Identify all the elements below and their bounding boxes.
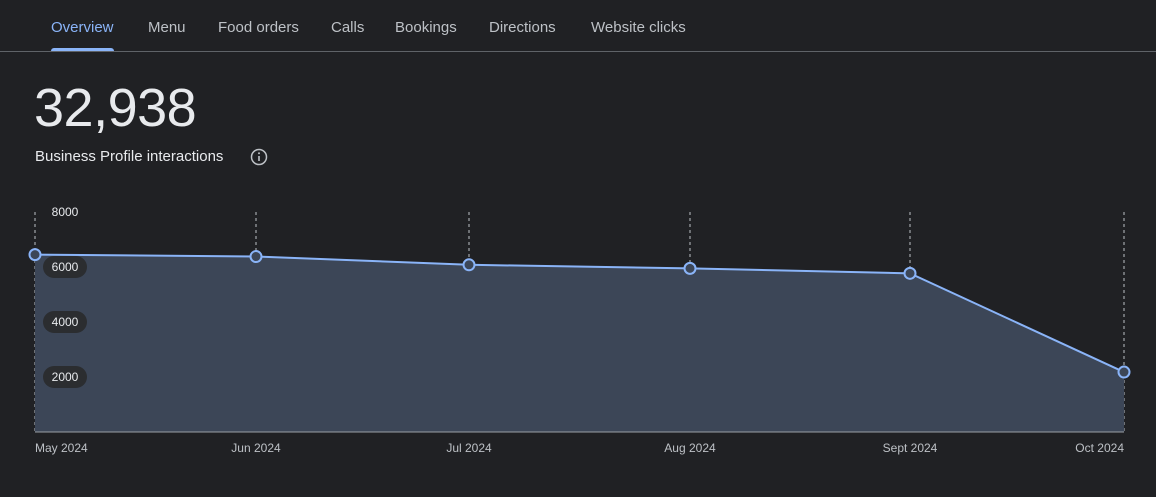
data-point[interactable] [249,250,263,264]
total-interactions-value: 32,938 [34,78,197,138]
y-tick-label: 8000 [52,205,79,219]
info-icon[interactable] [250,148,268,166]
y-tick-label: 2000 [43,366,87,388]
x-tick-label: May 2024 [35,441,88,455]
data-point[interactable] [462,258,476,272]
tab-bar: Overview Menu Food orders Calls Bookings… [0,0,1156,52]
tab-directions[interactable]: Directions [489,0,556,52]
data-point[interactable] [28,248,42,262]
tab-menu[interactable]: Menu [148,0,186,52]
interactions-chart: 8000 6000 4000 2000 May 2024 Jun 2024 Jul 202… [28,205,1131,455]
y-tick-label: 6000 [43,256,87,278]
total-interactions-label: Business Profile interactions [35,148,224,165]
tab-bookings[interactable]: Bookings [395,0,457,52]
x-tick-label: Jul 2024 [446,441,492,455]
tab-website-clicks[interactable]: Website clicks [591,0,686,52]
x-tick-label: Jun 2024 [231,441,281,455]
y-tick-label: 4000 [43,311,87,333]
svg-text:2000: 2000 [52,370,79,384]
x-tick-label: Oct 2024 [1075,441,1124,455]
chart-area-fill [35,254,1124,432]
data-point[interactable] [1117,365,1131,379]
tab-food-orders[interactable]: Food orders [218,0,299,52]
svg-text:4000: 4000 [52,315,79,329]
svg-text:6000: 6000 [52,260,79,274]
data-point[interactable] [903,266,917,280]
tab-calls[interactable]: Calls [331,0,364,52]
active-tab-indicator [51,48,114,51]
x-tick-label: Aug 2024 [664,441,716,455]
svg-text:8000: 8000 [52,205,79,219]
x-tick-label: Sept 2024 [883,441,938,455]
data-point[interactable] [683,261,697,275]
tab-overview[interactable]: Overview [51,0,114,52]
